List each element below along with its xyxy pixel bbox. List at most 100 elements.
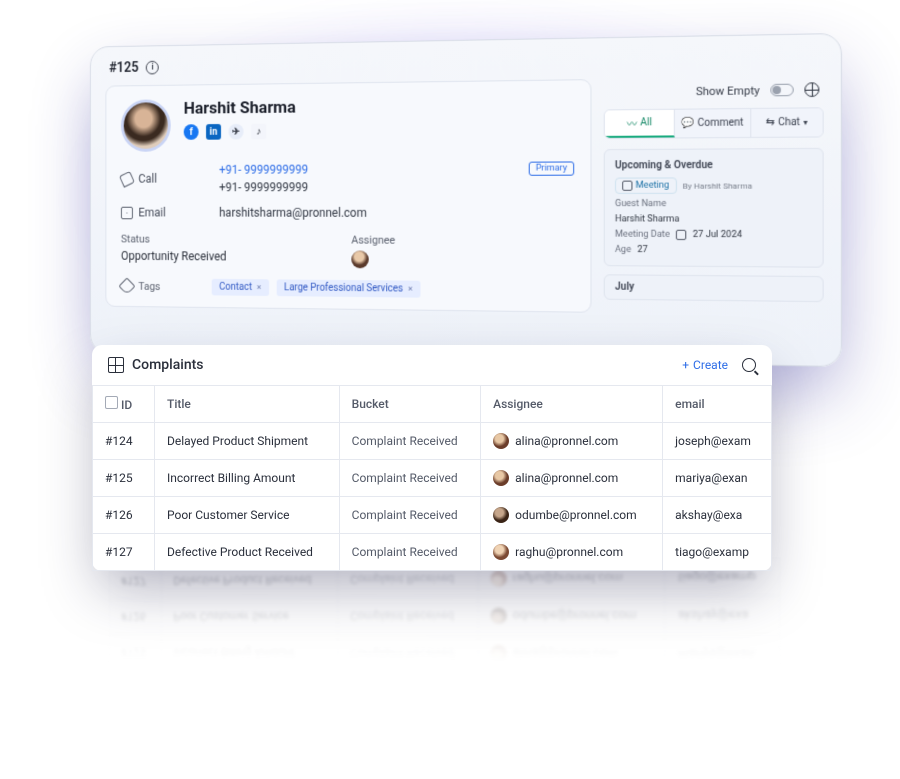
info-icon[interactable]: i (146, 61, 159, 75)
primary-badge: Primary (529, 161, 575, 175)
cell-assignee: alina@pronnel.com (478, 672, 665, 711)
assignee-avatar (493, 433, 509, 449)
cell-title: Poor Customer Service (155, 497, 340, 534)
tag-chip[interactable]: Large Professional Services× (276, 279, 420, 297)
cell-title: Delayed Product Shipment (162, 670, 338, 707)
contact-card: Harshit Sharma f in ✈ ♪ Call (105, 79, 591, 313)
status-value[interactable]: Opportunity Received (121, 249, 332, 264)
tab-all[interactable]: 〰All (605, 110, 675, 138)
plus-icon: + (682, 358, 689, 372)
tab-comment[interactable]: 💬Comment (675, 109, 751, 137)
cell-id: #125 (109, 635, 162, 671)
complaints-panel: Complaints +Create ID Title Bucket Assig… (92, 345, 772, 571)
tag-icon (119, 277, 136, 295)
upcoming-panel: Upcoming & Overdue Meeting By Harshit Sh… (604, 148, 824, 268)
show-empty-toggle[interactable] (770, 84, 793, 97)
assignee-avatar (491, 682, 507, 698)
age-value: 27 (637, 245, 647, 255)
cell-email: akshay@exa (663, 497, 772, 534)
tag-remove-icon[interactable]: × (257, 283, 262, 293)
email-value[interactable]: harshitsharma@pronnel.com (219, 206, 367, 220)
table-row[interactable]: #125Incorrect Billing AmountComplaint Re… (93, 460, 772, 497)
col-email[interactable]: email (663, 386, 772, 423)
cell-title: Defective Product Received (155, 534, 340, 571)
month-header[interactable]: July (604, 274, 824, 302)
status-label: Status (121, 233, 332, 247)
assignee-avatar (491, 570, 507, 586)
cell-bucket: Complaint Received (339, 460, 480, 497)
cell-title: Delayed Product Shipment (155, 423, 340, 460)
table-row[interactable]: #125Incorrect Billing AmountComplaint Re… (109, 635, 781, 673)
col-bucket[interactable]: Bucket (339, 386, 480, 423)
tiktok-icon[interactable]: ♪ (251, 124, 266, 140)
cell-title: Incorrect Billing Amount (162, 635, 338, 672)
table-row[interactable]: #126Poor Customer ServiceComplaint Recei… (93, 497, 772, 534)
table-row[interactable]: #126Poor Customer ServiceComplaint Recei… (109, 596, 781, 634)
phone-secondary[interactable]: +91- 9999999999 (219, 180, 308, 194)
meeting-chip[interactable]: Meeting (615, 177, 676, 193)
assignee-avatar[interactable] (351, 250, 368, 268)
phone-icon (119, 170, 135, 187)
linkedin-icon[interactable]: in (206, 124, 221, 140)
tab-chat[interactable]: ⇆Chat▾ (751, 108, 823, 137)
guest-name-label: Guest Name (615, 199, 666, 209)
col-assignee[interactable]: Assignee (481, 386, 663, 423)
guest-name-value: Harshit Sharma (615, 214, 679, 224)
assignee-avatar (493, 544, 509, 560)
assignee-avatar (493, 507, 509, 523)
col-id: ID (121, 398, 132, 412)
table-row[interactable]: #124Delayed Product ShipmentComplaint Re… (109, 670, 781, 711)
cell-id: #127 (93, 534, 155, 571)
cell-id: #124 (109, 670, 162, 706)
col-title[interactable]: Title (155, 386, 340, 423)
assignee-avatar (491, 645, 507, 661)
cell-id: #124 (93, 423, 155, 460)
calendar-icon (622, 181, 632, 191)
cell-bucket: Complaint Received (338, 597, 478, 634)
calendar-icon (676, 230, 686, 240)
cell-bucket: Complaint Received (338, 635, 478, 672)
cell-title: Poor Customer Service (162, 598, 338, 635)
cell-email: akshay@exa (665, 596, 781, 634)
table-row[interactable]: #124Delayed Product ShipmentComplaint Re… (93, 423, 772, 460)
mail-icon (121, 206, 133, 219)
cell-assignee: odumbe@pronnel.com (481, 497, 663, 534)
record-id: #125 (109, 60, 139, 76)
cell-bucket: Complaint Received (339, 497, 480, 534)
cell-bucket: Complaint Received (339, 423, 480, 460)
meeting-date-label: Meeting Date (615, 230, 670, 240)
tag-remove-icon[interactable]: × (408, 284, 413, 294)
meeting-by: By Harshit Sharma (683, 181, 752, 190)
tag-chip[interactable]: Contact× (212, 279, 269, 296)
cell-email: joseph@exam (665, 672, 781, 711)
record-window: #125 i Harshit Sharma f in ✈ ♪ (90, 33, 842, 367)
cell-email: mariya@exan (663, 460, 772, 497)
email-label: Email (138, 206, 165, 220)
create-button[interactable]: +Create (682, 358, 728, 372)
select-all-checkbox[interactable] (105, 396, 118, 409)
meeting-date-value: 27 Jul 2024 (693, 230, 742, 240)
globe-icon[interactable] (804, 82, 819, 97)
cell-id: #126 (109, 599, 162, 635)
phone-primary[interactable]: +91- 9999999999 (219, 163, 308, 177)
call-label: Call (138, 172, 157, 186)
complaints-table: ID Title Bucket Assignee email #124Delay… (92, 385, 772, 571)
search-icon[interactable] (742, 358, 756, 372)
tags-label: Tags (138, 280, 160, 293)
cell-email: joseph@exam (663, 423, 772, 460)
upcoming-title: Upcoming & Overdue (615, 159, 812, 171)
board-icon (108, 357, 124, 373)
telegram-icon[interactable]: ✈ (229, 124, 244, 140)
facebook-icon[interactable]: f (184, 124, 199, 140)
table-row[interactable]: #127Defective Product ReceivedComplaint … (93, 534, 772, 571)
cell-title: Incorrect Billing Amount (155, 460, 340, 497)
chevron-down-icon: ▾ (803, 118, 807, 127)
assignee-avatar (491, 608, 507, 624)
cell-assignee: odumbe@pronnel.com (478, 597, 665, 635)
avatar[interactable] (121, 99, 171, 152)
contact-name: Harshit Sharma (184, 98, 296, 119)
cell-assignee: alina@pronnel.com (481, 460, 663, 497)
cell-assignee: alina@pronnel.com (481, 423, 663, 460)
cell-assignee: raghu@pronnel.com (481, 534, 663, 571)
age-label: Age (615, 245, 631, 255)
